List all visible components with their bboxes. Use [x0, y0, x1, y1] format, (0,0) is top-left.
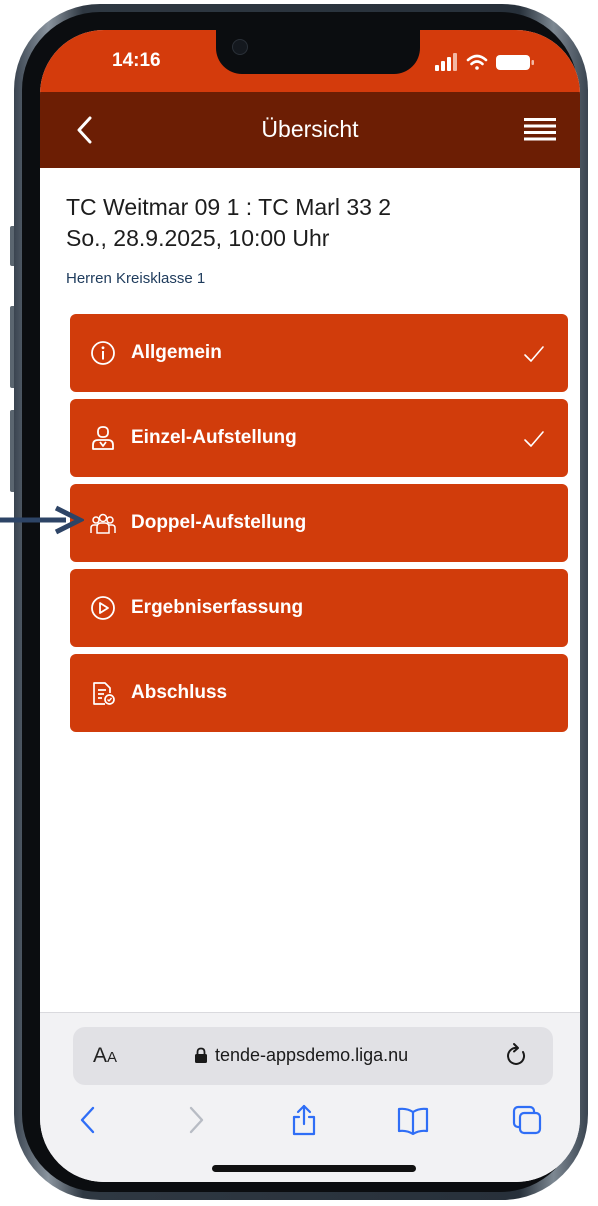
page-title: Übersicht — [261, 116, 359, 142]
reload-icon[interactable] — [503, 1042, 531, 1070]
doubles-team-icon — [90, 513, 116, 534]
back-icon[interactable] — [72, 1103, 106, 1137]
share-icon[interactable] — [287, 1103, 321, 1137]
home-indicator — [212, 1165, 416, 1172]
single-player-icon — [92, 426, 114, 450]
camera-icon — [232, 39, 248, 55]
nav-item-einzel-aufstellung[interactable]: Einzel-Aufstellung — [70, 399, 568, 477]
nav-item-doppel-aufstellung[interactable]: Doppel-Aufstellung — [70, 484, 568, 562]
play-circle-icon — [91, 596, 115, 620]
phone-screen: 14:16 Übersicht TC Weitmar 09 1: TC Mar… — [40, 30, 580, 1182]
signal-icon — [435, 53, 457, 71]
app-header: Übersicht — [40, 92, 580, 168]
forward-icon[interactable] — [178, 1103, 212, 1137]
lock-icon — [195, 1047, 207, 1063]
address-bar[interactable]: AA tende-appsdemo.liga.nu — [73, 1027, 553, 1085]
nav-item-allgemein[interactable]: Allgemein — [70, 314, 568, 392]
nav-item-label: Einzel-Aufstellung — [131, 427, 297, 448]
info-icon — [91, 341, 115, 365]
match-title: TC Weitmar 09 1 : TC Marl 33 2 So., 28.9… — [66, 192, 391, 254]
status-bar: 14:16 — [40, 30, 580, 92]
nav-item-label: Abschluss — [131, 682, 228, 703]
nav-item-label: Doppel-Aufstellung — [131, 512, 307, 533]
nav-list: Allgemein Einzel-Aufstellung Doppel-Aufs… — [70, 314, 568, 739]
notch — [216, 30, 420, 74]
browser-bar: AA tende-appsdemo.liga.nu — [40, 1012, 580, 1182]
text-size-button[interactable]: AA — [93, 1044, 117, 1068]
checkmark-icon — [524, 431, 544, 447]
match-teams: TC Weitmar 09 1 : TC Marl 33 2 — [66, 194, 392, 220]
status-time: 14:16 — [112, 50, 161, 71]
nav-item-ergebniserfassung[interactable]: Ergebniserfassung — [70, 569, 568, 647]
hamburger-menu-icon[interactable] — [520, 112, 560, 148]
league-label: Herren Kreisklasse 1 — [66, 270, 206, 287]
url-text: tende-appsdemo.liga.nu — [215, 1045, 409, 1065]
bookmarks-icon[interactable] — [396, 1103, 430, 1137]
match-date: So., 28.9.2025, 10:00 Uhr — [66, 225, 330, 251]
tabs-icon[interactable] — [510, 1103, 544, 1137]
annotation-arrow-icon — [0, 505, 84, 535]
nav-item-label: Ergebniserfassung — [131, 597, 304, 618]
nav-item-abschluss[interactable]: Abschluss — [70, 654, 568, 732]
nav-item-label: Allgemein — [131, 342, 222, 363]
wifi-icon — [466, 54, 488, 70]
checkmark-icon — [524, 346, 544, 362]
status-icons — [435, 53, 534, 71]
battery-icon — [496, 55, 534, 70]
document-check-icon — [93, 682, 115, 705]
